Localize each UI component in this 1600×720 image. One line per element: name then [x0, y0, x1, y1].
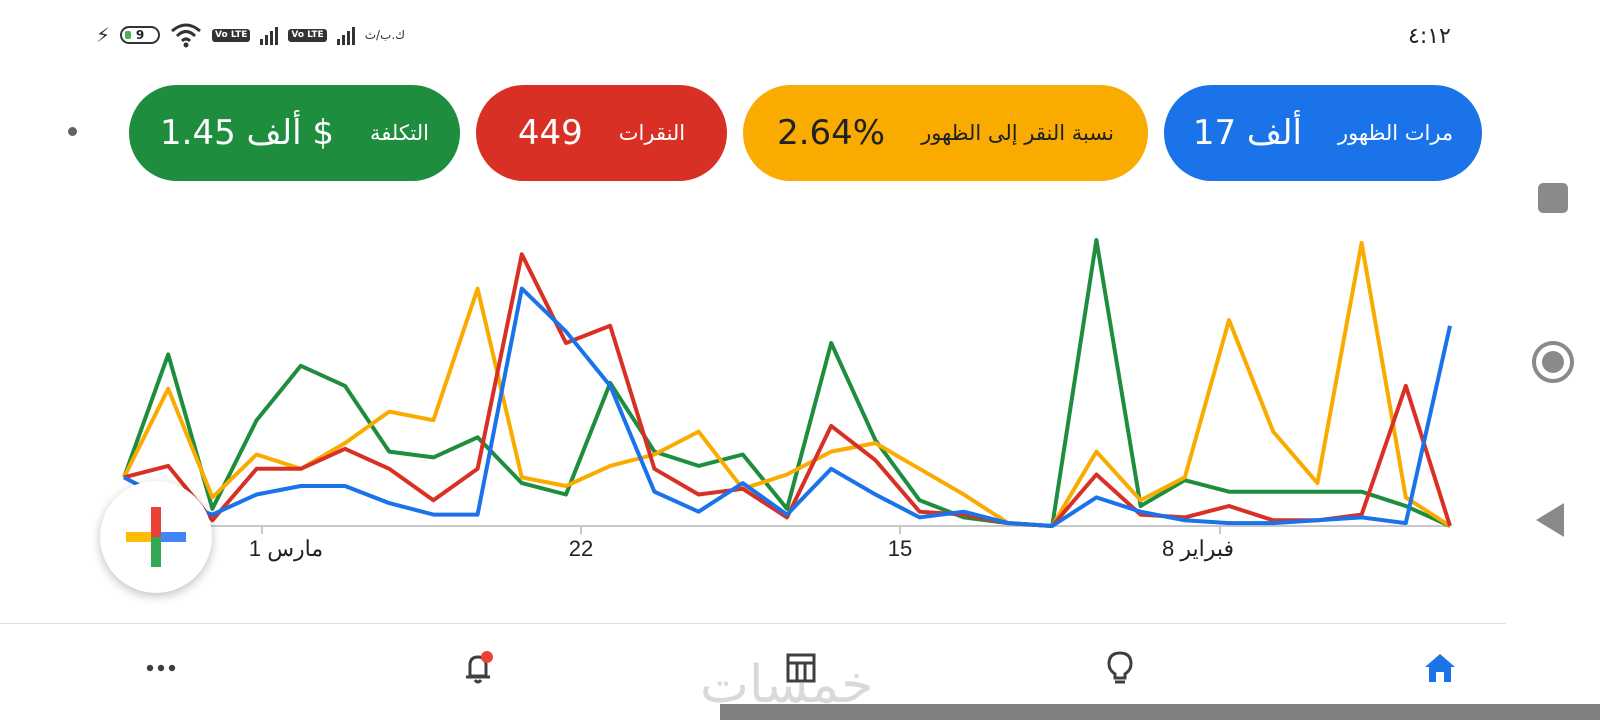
status-icons: ⚡ 9 Vo LTE Vo LTE ك.ب/ث [96, 20, 405, 50]
nav-notifications[interactable] [458, 648, 498, 688]
table-icon [786, 653, 816, 683]
wifi-icon [171, 23, 202, 48]
metric-cost[interactable]: التكلفة 1.45 ألف $ [129, 85, 460, 181]
add-plus-icon-part [151, 507, 161, 537]
metric-impressions[interactable]: مرات الظهور 17 ألف [1164, 85, 1482, 181]
metric-value: 2.64% [777, 113, 886, 153]
charging-icon: ⚡ [96, 23, 111, 47]
add-plus-icon-part [151, 537, 161, 567]
x-tick-label: فبراير 8 [1162, 536, 1234, 562]
signal-icon-2 [336, 25, 355, 45]
metric-value: 449 [517, 113, 583, 153]
series-line [122, 238, 1451, 528]
nav-recommendations[interactable] [1100, 648, 1140, 688]
nav-campaigns[interactable] [781, 648, 821, 688]
home-icon [1425, 654, 1455, 682]
metric-clicks[interactable]: النقرات 449 [476, 85, 727, 181]
back-button[interactable] [1536, 503, 1564, 537]
metric-ctr[interactable]: نسبة النقر إلى الظهور 2.64% [743, 85, 1148, 181]
nav-more[interactable] [141, 648, 181, 688]
create-fab-button[interactable] [100, 481, 212, 593]
volte-badge-1: Vo LTE [212, 28, 251, 42]
more-dots-icon [146, 664, 176, 672]
series-line [123, 252, 1452, 528]
status-bar: ⚡ 9 Vo LTE Vo LTE ك.ب/ث ٤:١٢ [0, 0, 1600, 70]
net-speed: ك.ب/ث [364, 28, 406, 42]
x-tick-label: 15 [888, 536, 912, 561]
battery-icon: 9 [120, 26, 161, 44]
status-time: ٤:١٢ [1408, 24, 1451, 49]
metric-label: التكلفة [369, 121, 429, 145]
series-line [123, 286, 1452, 528]
metric-value: 17 ألف [1192, 113, 1302, 153]
metric-value: 1.45 ألف $ [160, 113, 334, 153]
metric-label: نسبة النقر إلى الظهور [921, 121, 1114, 145]
nav-home[interactable] [1420, 648, 1460, 688]
metric-label: مرات الظهور [1337, 121, 1454, 145]
battery-level: 9 [135, 28, 145, 42]
volte-badge-2: Vo LTE [288, 28, 327, 42]
bell-icon [466, 651, 493, 684]
metric-label: النقرات [618, 121, 686, 145]
recents-button[interactable] [1538, 183, 1568, 213]
lightbulb-icon [1107, 651, 1133, 684]
series-line [122, 240, 1452, 528]
more-metrics-indicator[interactable] [68, 127, 77, 136]
x-tick-label: 22 [569, 536, 593, 561]
notification-badge [481, 651, 493, 663]
x-tick-label: مارس 1 [249, 536, 323, 562]
home-system-button[interactable] [1532, 341, 1574, 383]
gesture-bar [720, 704, 1600, 720]
signal-icon-1 [260, 25, 279, 45]
